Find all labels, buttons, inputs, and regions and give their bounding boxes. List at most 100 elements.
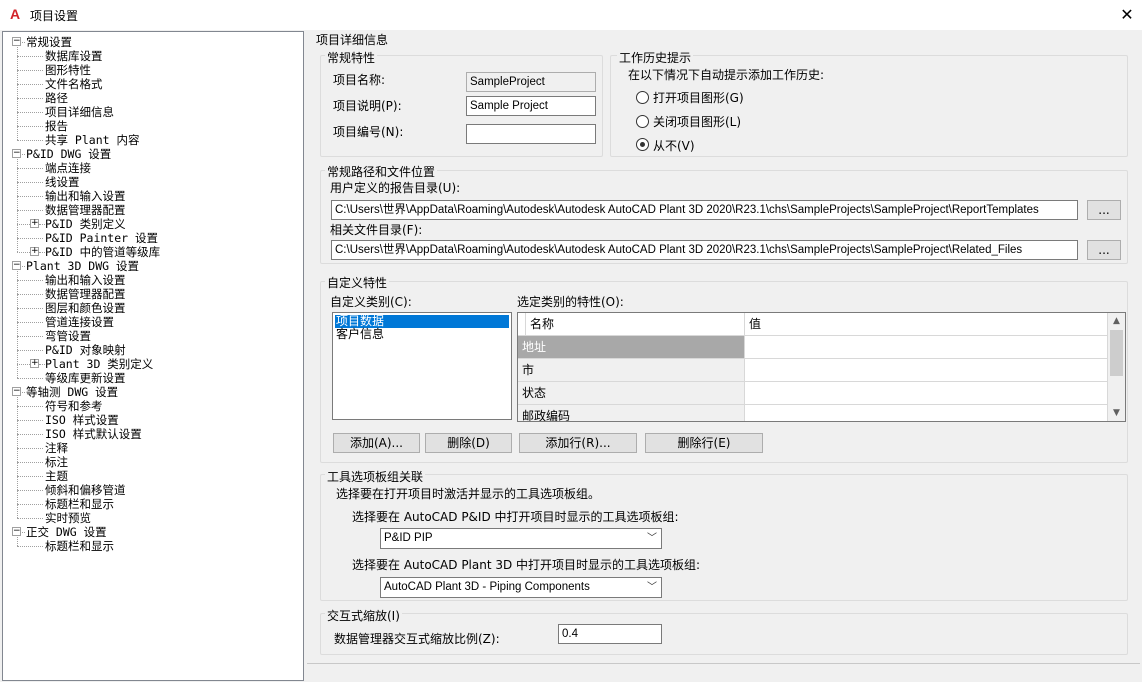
- tree-item[interactable]: 数据管理器配置: [45, 287, 126, 301]
- project-description-field[interactable]: Sample Project: [466, 96, 596, 116]
- tree-item[interactable]: 实时预览: [45, 511, 91, 525]
- tree-item[interactable]: 数据库设置: [45, 49, 103, 63]
- related-files-field[interactable]: C:\Users\世界\AppData\Roaming\Autodesk\Aut…: [331, 240, 1078, 260]
- report-directory-field[interactable]: C:\Users\世界\AppData\Roaming\Autodesk\Aut…: [331, 200, 1078, 220]
- tree-item[interactable]: 等级库更新设置: [45, 371, 126, 385]
- close-icon[interactable]: ✕: [1112, 0, 1142, 30]
- tree-root-item[interactable]: 常规设置: [26, 35, 72, 49]
- tree-item[interactable]: 输出和输入设置: [45, 189, 126, 203]
- tree-item[interactable]: P&ID 中的管道等级库: [45, 245, 160, 259]
- column-header-name[interactable]: 名称: [526, 313, 745, 335]
- tree-item-label: 数据管理器配置: [45, 287, 126, 301]
- zoom-scale-field[interactable]: 0.4: [558, 624, 662, 644]
- tree-root-item[interactable]: 正交 DWG 设置: [26, 525, 107, 539]
- tree-item[interactable]: 输出和输入设置: [45, 273, 126, 287]
- tree-item[interactable]: 项目详细信息: [45, 105, 114, 119]
- general-properties-title: 常规特性: [325, 49, 378, 66]
- tree-root-item[interactable]: Plant 3D DWG 设置: [26, 259, 139, 273]
- radio-close-drawing-label[interactable]: 关闭项目图形(L): [653, 113, 741, 130]
- table-row[interactable]: 邮政编码: [518, 405, 1108, 421]
- tree-item[interactable]: 数据管理器配置: [45, 203, 126, 217]
- tree-root-item[interactable]: P&ID DWG 设置: [26, 147, 111, 161]
- property-value-cell[interactable]: [745, 336, 1108, 358]
- property-name-cell[interactable]: 状态: [518, 382, 745, 404]
- custom-category-label: 自定义类别(C):: [330, 295, 412, 309]
- scroll-down-icon[interactable]: ▼: [1108, 405, 1125, 421]
- tree-item[interactable]: 标题栏和显示: [45, 497, 114, 511]
- tree-item[interactable]: ISO 样式默认设置: [45, 427, 142, 441]
- table-row[interactable]: 市: [518, 359, 1108, 382]
- plant-palette-select[interactable]: AutoCAD Plant 3D - Piping Components ﹀: [380, 577, 662, 598]
- table-row[interactable]: 地址: [518, 336, 1108, 359]
- property-value-cell[interactable]: [745, 359, 1108, 381]
- tree-item[interactable]: 标题栏和显示: [45, 539, 114, 553]
- tree-item[interactable]: 图层和颜色设置: [45, 301, 126, 315]
- chevron-down-icon[interactable]: ﹀: [647, 529, 657, 548]
- tree-item[interactable]: 线设置: [45, 175, 80, 189]
- paths-title: 常规路径和文件位置: [325, 163, 438, 180]
- add-row-button[interactable]: 添加行(R)...: [519, 433, 637, 453]
- pid-palette-select[interactable]: P&ID PIP ﹀: [380, 528, 662, 549]
- property-name-cell[interactable]: 市: [518, 359, 745, 381]
- tree-item-label: 路径: [45, 91, 68, 105]
- tree-item[interactable]: 路径: [45, 91, 68, 105]
- zoom-scale-label: 数据管理器交互式缩放比例(Z):: [334, 632, 500, 646]
- radio-open-drawing[interactable]: [636, 91, 649, 104]
- project-number-field[interactable]: [466, 124, 596, 144]
- collapse-icon[interactable]: −: [12, 261, 21, 270]
- radio-close-drawing[interactable]: [636, 115, 649, 128]
- tree-item[interactable]: 管道连接设置: [45, 315, 114, 329]
- tree-item[interactable]: 标注: [45, 455, 68, 469]
- tree-item[interactable]: 注释: [45, 441, 68, 455]
- tree-item-label: 管道连接设置: [45, 315, 114, 329]
- tree-item[interactable]: P&ID Painter 设置: [45, 231, 158, 245]
- add-category-button[interactable]: 添加(A)...: [333, 433, 420, 453]
- tree-root-item[interactable]: 等轴测 DWG 设置: [26, 385, 118, 399]
- tree-item-label: 标题栏和显示: [45, 539, 114, 553]
- browse-report-button[interactable]: ...: [1087, 200, 1121, 220]
- property-name-cell[interactable]: 邮政编码: [518, 405, 745, 421]
- tree-item-label: 等级库更新设置: [45, 371, 126, 385]
- chevron-down-icon[interactable]: ﹀: [647, 578, 657, 597]
- collapse-icon[interactable]: −: [12, 149, 21, 158]
- tree-item[interactable]: 主题: [45, 469, 68, 483]
- radio-never[interactable]: [636, 138, 649, 151]
- delete-category-button[interactable]: 删除(D): [425, 433, 512, 453]
- tree-item[interactable]: 符号和参考: [45, 399, 103, 413]
- tree-item-label: ISO 样式设置: [45, 413, 119, 427]
- browse-related-button[interactable]: ...: [1087, 240, 1121, 260]
- expand-icon[interactable]: +: [30, 359, 39, 368]
- tree-item[interactable]: 文件名格式: [45, 77, 103, 91]
- tree-item[interactable]: 倾斜和偏移管道: [45, 483, 126, 497]
- scrollbar-thumb[interactable]: [1110, 330, 1123, 376]
- tree-item[interactable]: Plant 3D 类别定义: [45, 357, 153, 371]
- property-value-cell[interactable]: [745, 405, 1108, 421]
- collapse-icon[interactable]: −: [12, 527, 21, 536]
- grid-scrollbar[interactable]: ▲ ▼: [1108, 313, 1125, 421]
- radio-never-label[interactable]: 从不(V): [653, 137, 695, 154]
- table-row[interactable]: 状态: [518, 382, 1108, 405]
- category-item[interactable]: 客户信息: [335, 328, 509, 341]
- expand-icon[interactable]: +: [30, 219, 39, 228]
- tree-item[interactable]: ISO 样式设置: [45, 413, 119, 427]
- settings-tree[interactable]: 常规设置 − 数据库设置 图形特性 文件名格式 路径 项目详细信息 报告 共享 Plant 内容…: [2, 31, 304, 681]
- footer-divider: [307, 663, 1140, 664]
- delete-row-button[interactable]: 删除行(E): [645, 433, 763, 453]
- collapse-icon[interactable]: −: [12, 387, 21, 396]
- property-name-cell[interactable]: 地址: [518, 336, 745, 358]
- tree-item[interactable]: 端点连接: [45, 161, 91, 175]
- expand-icon[interactable]: +: [30, 247, 39, 256]
- collapse-icon[interactable]: −: [12, 37, 21, 46]
- scroll-up-icon[interactable]: ▲: [1108, 313, 1125, 329]
- tree-item[interactable]: P&ID 类别定义: [45, 217, 126, 231]
- properties-grid[interactable]: 名称 值 地址 市 状态 邮政编码 ▲ ▼: [517, 312, 1126, 422]
- custom-category-list[interactable]: 项目数据 客户信息: [332, 312, 512, 420]
- tree-item[interactable]: 弯管设置: [45, 329, 91, 343]
- column-header-value[interactable]: 值: [745, 313, 1108, 335]
- radio-open-drawing-label[interactable]: 打开项目图形(G): [653, 89, 744, 106]
- tree-item[interactable]: 报告: [45, 119, 68, 133]
- property-value-cell[interactable]: [745, 382, 1108, 404]
- tree-item[interactable]: P&ID 对象映射: [45, 343, 126, 357]
- tree-item[interactable]: 共享 Plant 内容: [45, 133, 139, 147]
- tree-item[interactable]: 图形特性: [45, 63, 91, 77]
